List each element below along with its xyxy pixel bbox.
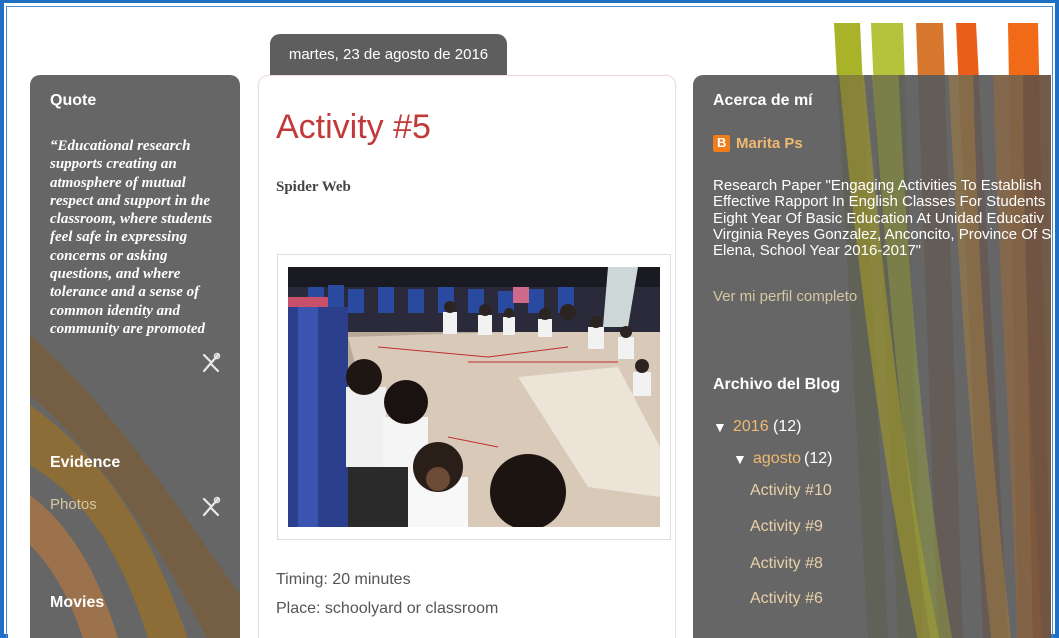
quote-line: tolerance and a sense of [50,284,200,301]
triangle-down-icon[interactable]: ▼ [733,451,747,467]
blog-post: Activity #5 Spider Web Timing: 20 minute… [258,75,676,638]
bio-line: Research Paper "Engaging Activities To E… [713,177,1042,194]
bio-line: Effective Rapport In English Classes For… [713,193,1046,211]
photos-link[interactable]: Photos [50,496,97,513]
quote-line: common identity and [50,302,181,319]
bio-line: Elena, School Year 2016-2017" [713,242,921,260]
quote-line: concerns or asking [50,247,168,264]
view-profile-link[interactable]: Ver mi perfil completo [713,288,857,305]
archive-month-link[interactable]: agosto [753,450,801,468]
bio-line: Virginia Reyes Gonzalez, Anconcito, Prov… [713,225,1051,243]
quote-line: “Educational research [50,138,191,154]
quote-line: respect and support in the [50,192,211,209]
post-photo[interactable] [288,267,660,527]
about-widget-title: Acerca de mí [713,92,813,109]
sidebar-decoration [838,75,1051,638]
archive-post-link[interactable]: Activity #9 [750,518,823,536]
quote-line: questions, and where [50,266,181,283]
quote-widget-title: Quote [50,92,97,109]
movies-widget-title: Movies [50,594,105,611]
archive-month-count: (12) [804,450,833,467]
archive-post-link[interactable]: Activity #10 [750,482,832,500]
tools-icon[interactable] [200,352,222,374]
right-sidebar: Acerca de mí B Marita Ps Research Paper … [693,75,1051,638]
post-date-header: martes, 23 de agosto de 2016 [270,34,507,76]
archive-widget-title: Archivo del Blog [713,376,841,393]
archive-year-link[interactable]: 2016 [733,418,769,436]
archive-year-count: (12) [773,418,802,435]
author-bio: Research Paper "Engaging Activities To E… [713,177,1051,260]
quote-line: supports creating an [50,156,177,173]
post-body-line: Timing: 20 minutes [276,571,411,588]
quote-text: “Educational research supports creating … [50,137,225,338]
quote-line: feel safe in expressing [50,229,188,246]
blogger-icon: B [713,135,730,152]
quote-line: community are promoted [50,320,205,337]
post-title[interactable]: Activity #5 [276,108,431,147]
quote-line: atmosphere of mutual [50,174,186,191]
quote-line: classroom, where students [50,211,213,228]
left-sidebar: Quote “Educational research supports cre… [30,75,240,638]
evidence-widget-title: Evidence [50,454,121,471]
post-body-line: Place: schoolyard or classroom [276,600,499,617]
bio-line: Eight Year Of Basic Education At Unidad … [713,209,1045,227]
post-subtitle: Spider Web [276,179,351,195]
triangle-down-icon[interactable]: ▼ [713,419,727,435]
archive-post-link[interactable]: Activity #8 [750,555,823,573]
author-link[interactable]: Marita Ps [736,135,803,152]
post-image-frame [277,254,671,540]
blog-page: Quote “Educational research supports cre… [8,8,1051,638]
archive-post-link[interactable]: Activity #6 [750,590,823,608]
tools-icon[interactable] [200,496,222,518]
